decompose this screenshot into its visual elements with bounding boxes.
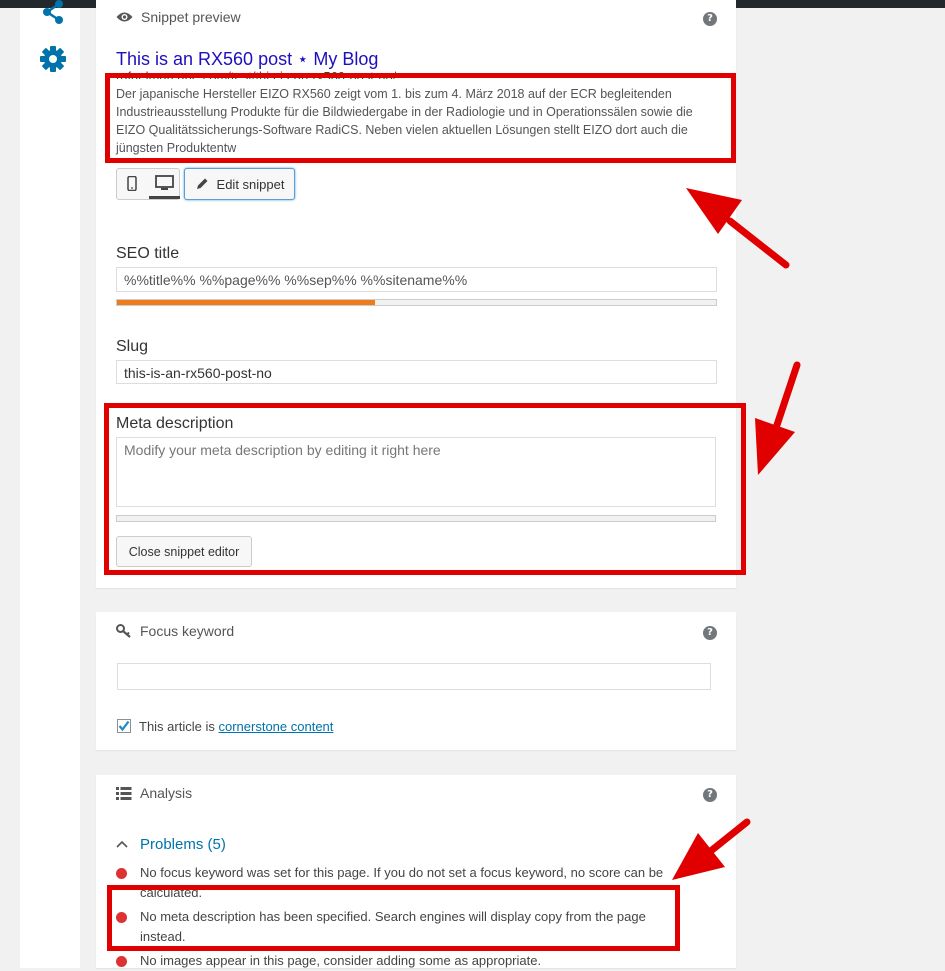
annotation-arrow-3 [672,818,751,880]
annotation-arrow-1 [686,188,790,269]
annotation-arrows [672,188,801,880]
annotation-arrow-2 [755,361,801,475]
